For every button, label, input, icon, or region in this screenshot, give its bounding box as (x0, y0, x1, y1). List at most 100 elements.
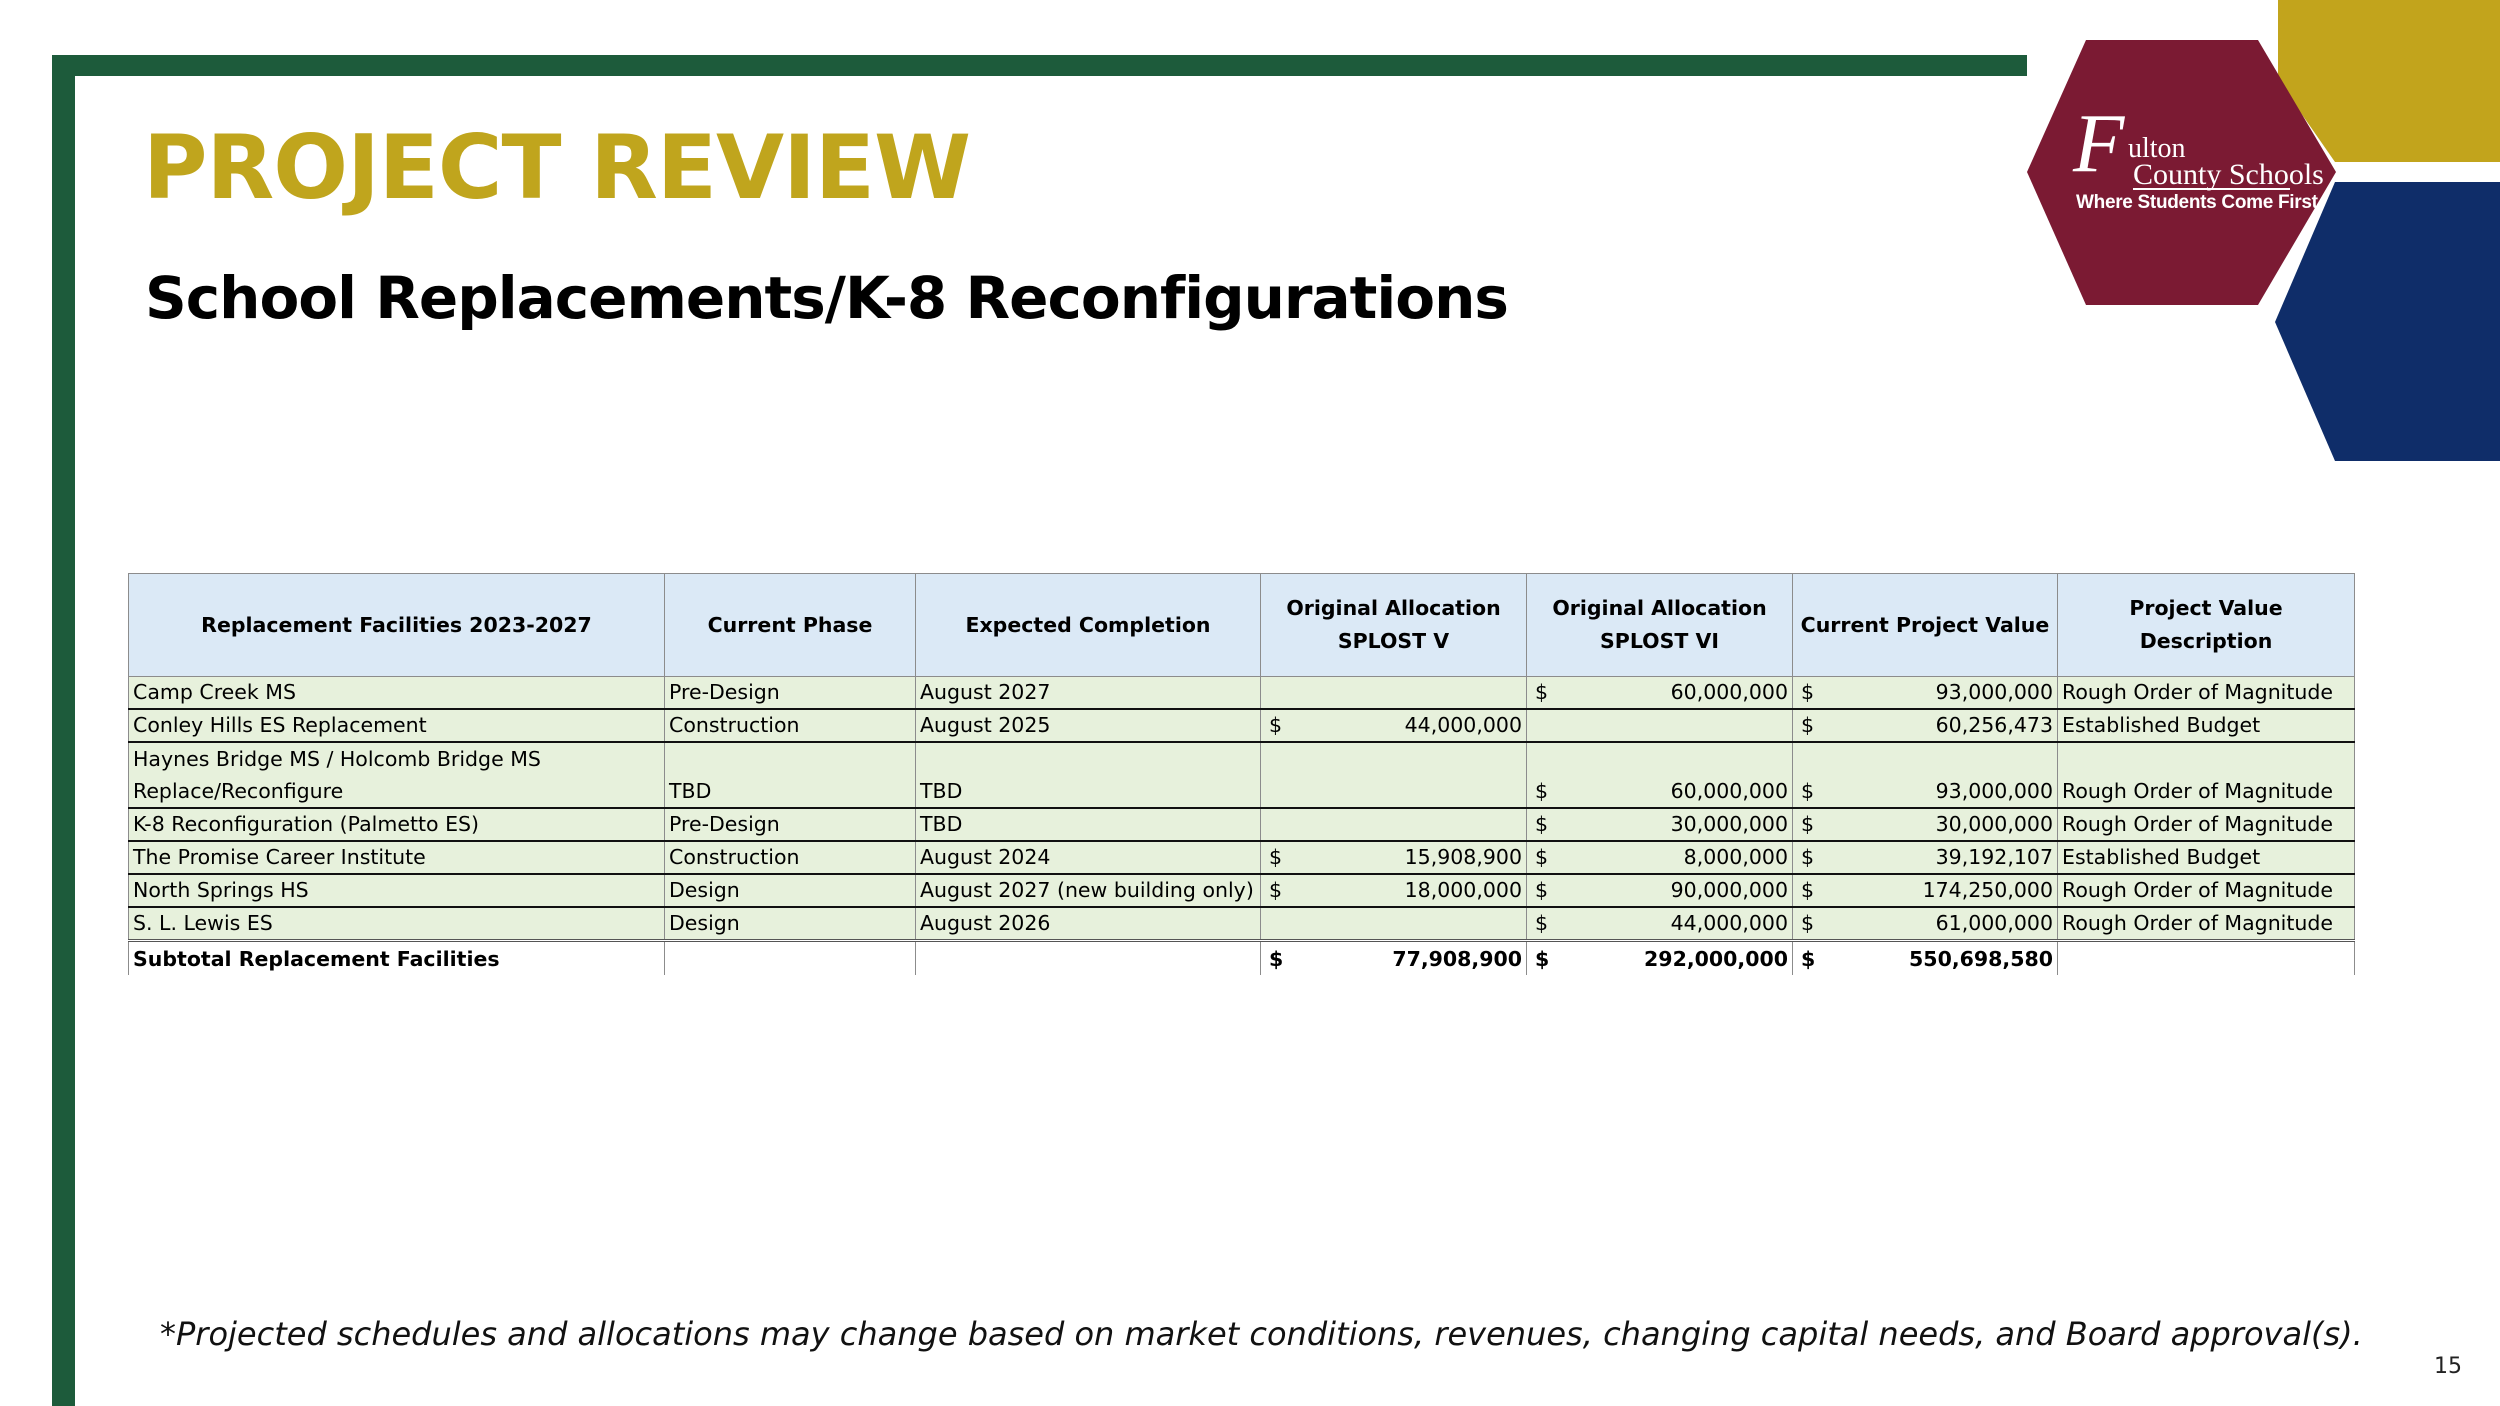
cell-facility: Haynes Bridge MS / Holcomb Bridge MS Rep… (128, 742, 665, 809)
currency-sign: $ (1535, 845, 1549, 869)
currency-sign: $ (1801, 845, 1815, 869)
currency-sign: $ (1801, 812, 1815, 836)
cell-phase: Pre-Design (664, 808, 916, 842)
amount: 44,000,000 (1404, 713, 1522, 737)
amount: 93,000,000 (1935, 680, 2053, 704)
cell-value: $61,000,000 (1792, 907, 2058, 942)
table-row: The Promise Career Institute Constructio… (128, 841, 2355, 875)
cell-completion: August 2025 (915, 709, 1261, 743)
cell-splost6: $8,000,000 (1526, 841, 1793, 875)
cell-completion: August 2024 (915, 841, 1261, 875)
cell-splost5 (1260, 742, 1527, 809)
cell-value: $550,698,580 (1792, 939, 2058, 975)
cell-description: Rough Order of Magnitude (2057, 676, 2355, 710)
cell-facility: K-8 Reconfiguration (Palmetto ES) (128, 808, 665, 842)
currency-sign: $ (1269, 878, 1283, 902)
header-value: Current Project Value (1792, 573, 2058, 677)
table-row: North Springs HS Design August 2027 (new… (128, 874, 2355, 908)
header-splost6-line1: Original Allocation (1552, 596, 1767, 620)
currency-sign: $ (1269, 947, 1284, 971)
amount: 61,000,000 (1935, 911, 2053, 935)
amount: 30,000,000 (1670, 812, 1788, 836)
table-row: Haynes Bridge MS / Holcomb Bridge MS Rep… (128, 742, 2355, 809)
cell-value: $93,000,000 (1792, 742, 2058, 809)
page-number: 15 (2434, 1354, 2462, 1379)
amount: 39,192,107 (1935, 845, 2053, 869)
cell-phase: Construction (664, 709, 916, 743)
header-splost5-line2: SPLOST V (1337, 629, 1450, 653)
currency-sign: $ (1269, 845, 1283, 869)
frame-left-bar (52, 55, 75, 1406)
navy-hexagon (2275, 182, 2500, 461)
currency-sign: $ (1801, 911, 1815, 935)
cell-facility: Subtotal Replacement Facilities (128, 939, 665, 975)
cell-splost6: $30,000,000 (1526, 808, 1793, 842)
logo-line-2: County Schools (2133, 158, 2324, 191)
cell-phase: Construction (664, 841, 916, 875)
cell-facility: Camp Creek MS (128, 676, 665, 710)
currency-sign: $ (1801, 878, 1815, 902)
header-splost6: Original Allocation SPLOST VI (1526, 573, 1793, 677)
header-phase: Current Phase (664, 573, 916, 677)
cell-splost6: $292,000,000 (1526, 939, 1793, 975)
gold-hexagon (2278, 0, 2500, 162)
currency-sign: $ (1801, 713, 1815, 737)
cell-splost5 (1260, 808, 1527, 842)
cell-splost5: $15,908,900 (1260, 841, 1527, 875)
table-row: S. L. Lewis ES Design August 2026 $44,00… (128, 907, 2355, 942)
amount: 77,908,900 (1392, 947, 1522, 971)
cell-splost5 (1260, 907, 1527, 942)
logo-letter: F (2073, 97, 2125, 190)
logo-rule (2133, 188, 2290, 190)
cell-completion: TBD (915, 742, 1261, 809)
cell-description: Rough Order of Magnitude (2057, 874, 2355, 908)
currency-sign: $ (1535, 779, 1549, 803)
amount: 174,250,000 (1922, 878, 2053, 902)
cell-facility: North Springs HS (128, 874, 665, 908)
amount: 60,000,000 (1670, 779, 1788, 803)
cell-splost6: $90,000,000 (1526, 874, 1793, 908)
currency-sign: $ (1535, 878, 1549, 902)
footnote: *Projected schedules and allocations may… (160, 1315, 2363, 1353)
cell-value: $39,192,107 (1792, 841, 2058, 875)
cell-completion: August 2026 (915, 907, 1261, 942)
currency-sign: $ (1535, 911, 1549, 935)
amount: 15,908,900 (1404, 845, 1522, 869)
amount: 44,000,000 (1670, 911, 1788, 935)
amount: 18,000,000 (1404, 878, 1522, 902)
cell-splost6: $60,000,000 (1526, 742, 1793, 809)
amount: 60,256,473 (1935, 713, 2053, 737)
cell-phase: TBD (664, 742, 916, 809)
cell-phase (664, 939, 916, 975)
cell-description: Established Budget (2057, 709, 2355, 743)
currency-sign: $ (1801, 680, 1815, 704)
cell-value: $60,256,473 (1792, 709, 2058, 743)
logo-tagline: Where Students Come First (2076, 192, 2318, 213)
currency-sign: $ (1801, 779, 1815, 803)
cell-splost5: $44,000,000 (1260, 709, 1527, 743)
currency-sign: $ (1535, 680, 1549, 704)
cell-description: Established Budget (2057, 841, 2355, 875)
cell-completion: August 2027 (915, 676, 1261, 710)
cell-phase: Pre-Design (664, 676, 916, 710)
cell-facility: Conley Hills ES Replacement (128, 709, 665, 743)
cell-splost6: $44,000,000 (1526, 907, 1793, 942)
amount: 90,000,000 (1670, 878, 1788, 902)
table-header-row: Replacement Facilities 2023-2027 Current… (128, 573, 2355, 677)
cell-phase: Design (664, 874, 916, 908)
cell-splost6 (1526, 709, 1793, 743)
cell-description: Rough Order of Magnitude (2057, 907, 2355, 942)
cell-description: Rough Order of Magnitude (2057, 808, 2355, 842)
table-row: Camp Creek MS Pre-Design August 2027 $60… (128, 676, 2355, 710)
header-splost5-line1: Original Allocation (1286, 596, 1501, 620)
header-splost6-line2: SPLOST VI (1600, 629, 1719, 653)
amount: 292,000,000 (1644, 947, 1788, 971)
cell-value: $93,000,000 (1792, 676, 2058, 710)
cell-facility: S. L. Lewis ES (128, 907, 665, 942)
cell-completion: August 2027 (new building only) (915, 874, 1261, 908)
amount: 8,000,000 (1683, 845, 1788, 869)
amount: 93,000,000 (1935, 779, 2053, 803)
subtotal-row: Subtotal Replacement Facilities $77,908,… (128, 939, 2355, 975)
amount: 60,000,000 (1670, 680, 1788, 704)
cell-completion: TBD (915, 808, 1261, 842)
